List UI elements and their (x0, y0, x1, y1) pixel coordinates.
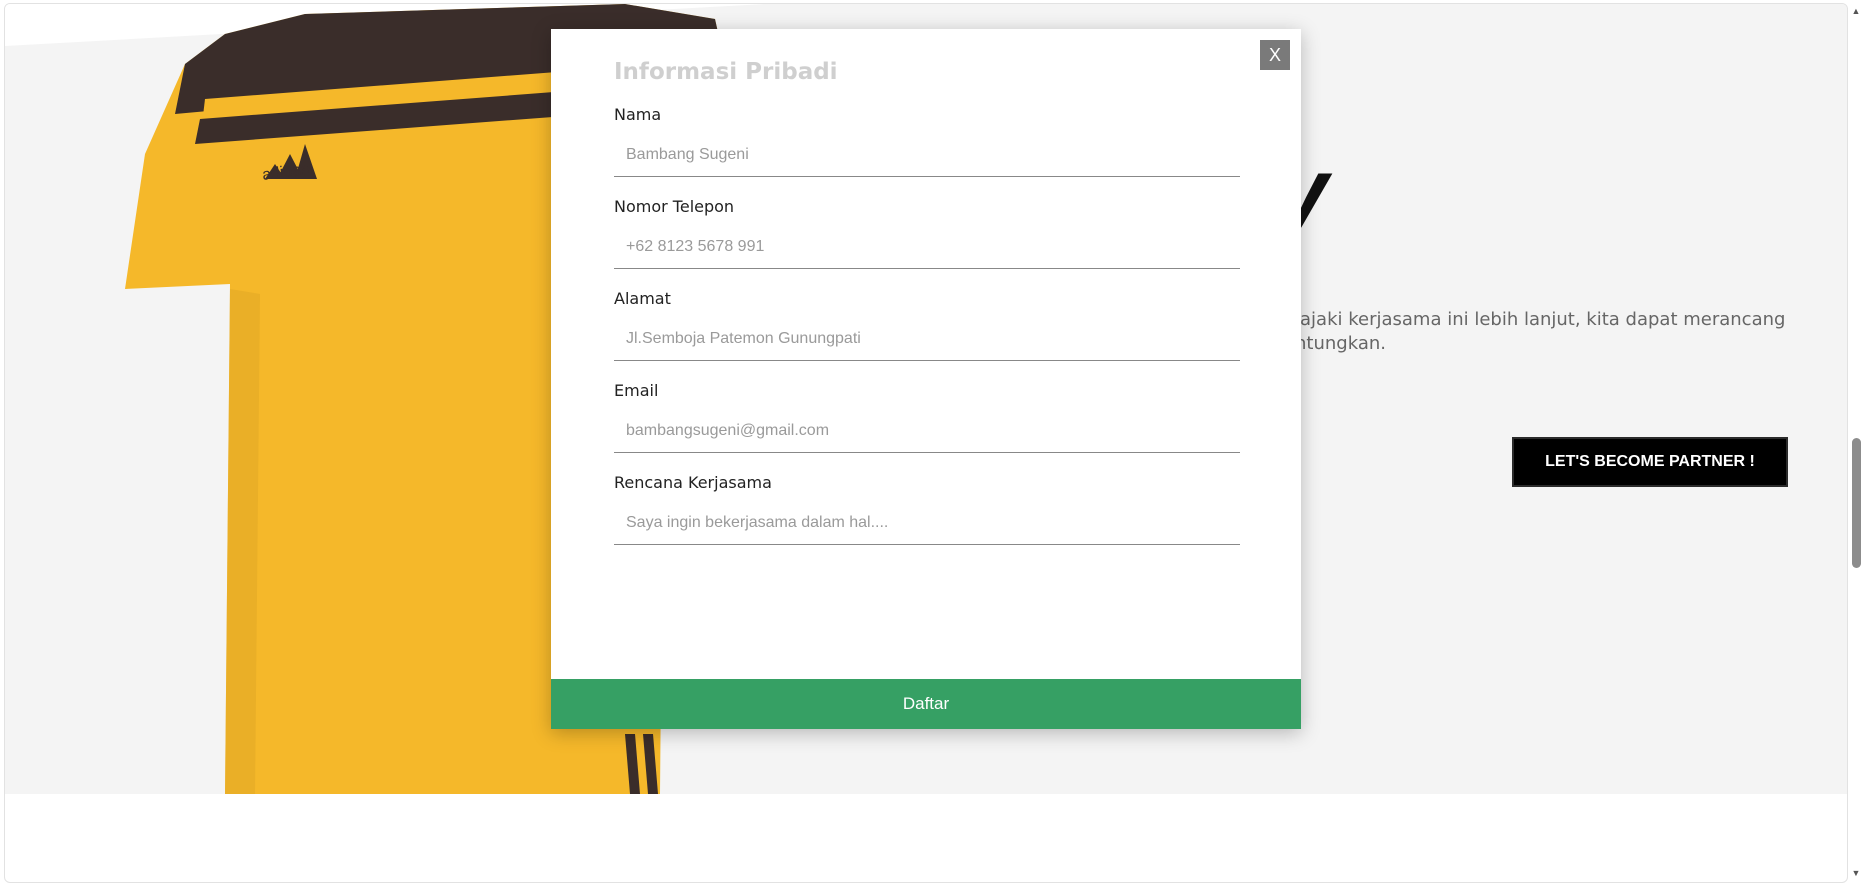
partnership-plan-input[interactable] (614, 501, 1240, 545)
close-button[interactable]: X (1260, 40, 1290, 70)
address-input[interactable] (614, 317, 1240, 361)
hero-description: jajaki kerjasama ini lebih lanjut, kita … (1295, 308, 1815, 356)
field-label: Email (614, 381, 659, 400)
field-label: Alamat (614, 289, 671, 308)
page-scrollbar[interactable]: ▲ ▼ (1849, 4, 1863, 880)
partner-registration-modal: X Informasi Pribadi Nama Nomor Telepon A… (551, 29, 1301, 729)
field-label: Nomor Telepon (614, 197, 735, 216)
registration-form: Nama Nomor Telepon Alamat Email Rencana … (614, 105, 1240, 565)
name-input[interactable] (614, 133, 1240, 177)
chevron-down-icon[interactable]: ▼ (1851, 868, 1861, 878)
scrollbar-thumb[interactable] (1852, 438, 1861, 568)
modal-title: Informasi Pribadi (614, 59, 838, 85)
phone-field: Nomor Telepon (614, 197, 1240, 289)
field-label: Nama (614, 105, 662, 124)
partnership-plan-field: Rencana Kerjasama (614, 473, 1240, 565)
email-input[interactable] (614, 409, 1240, 453)
field-label: Rencana Kerjasama (614, 473, 772, 492)
name-field: Nama (614, 105, 1240, 197)
email-field: Email (614, 381, 1240, 473)
phone-input[interactable] (614, 225, 1240, 269)
chevron-up-icon[interactable]: ▲ (1851, 6, 1861, 16)
become-partner-button[interactable]: LET'S BECOME PARTNER ! (1512, 437, 1788, 487)
register-button[interactable]: Daftar (551, 679, 1301, 729)
hero-description-line: ntungkan. (1295, 333, 1386, 354)
address-field: Alamat (614, 289, 1240, 381)
hero-description-line: jajaki kerjasama ini lebih lanjut, kita … (1295, 309, 1786, 330)
